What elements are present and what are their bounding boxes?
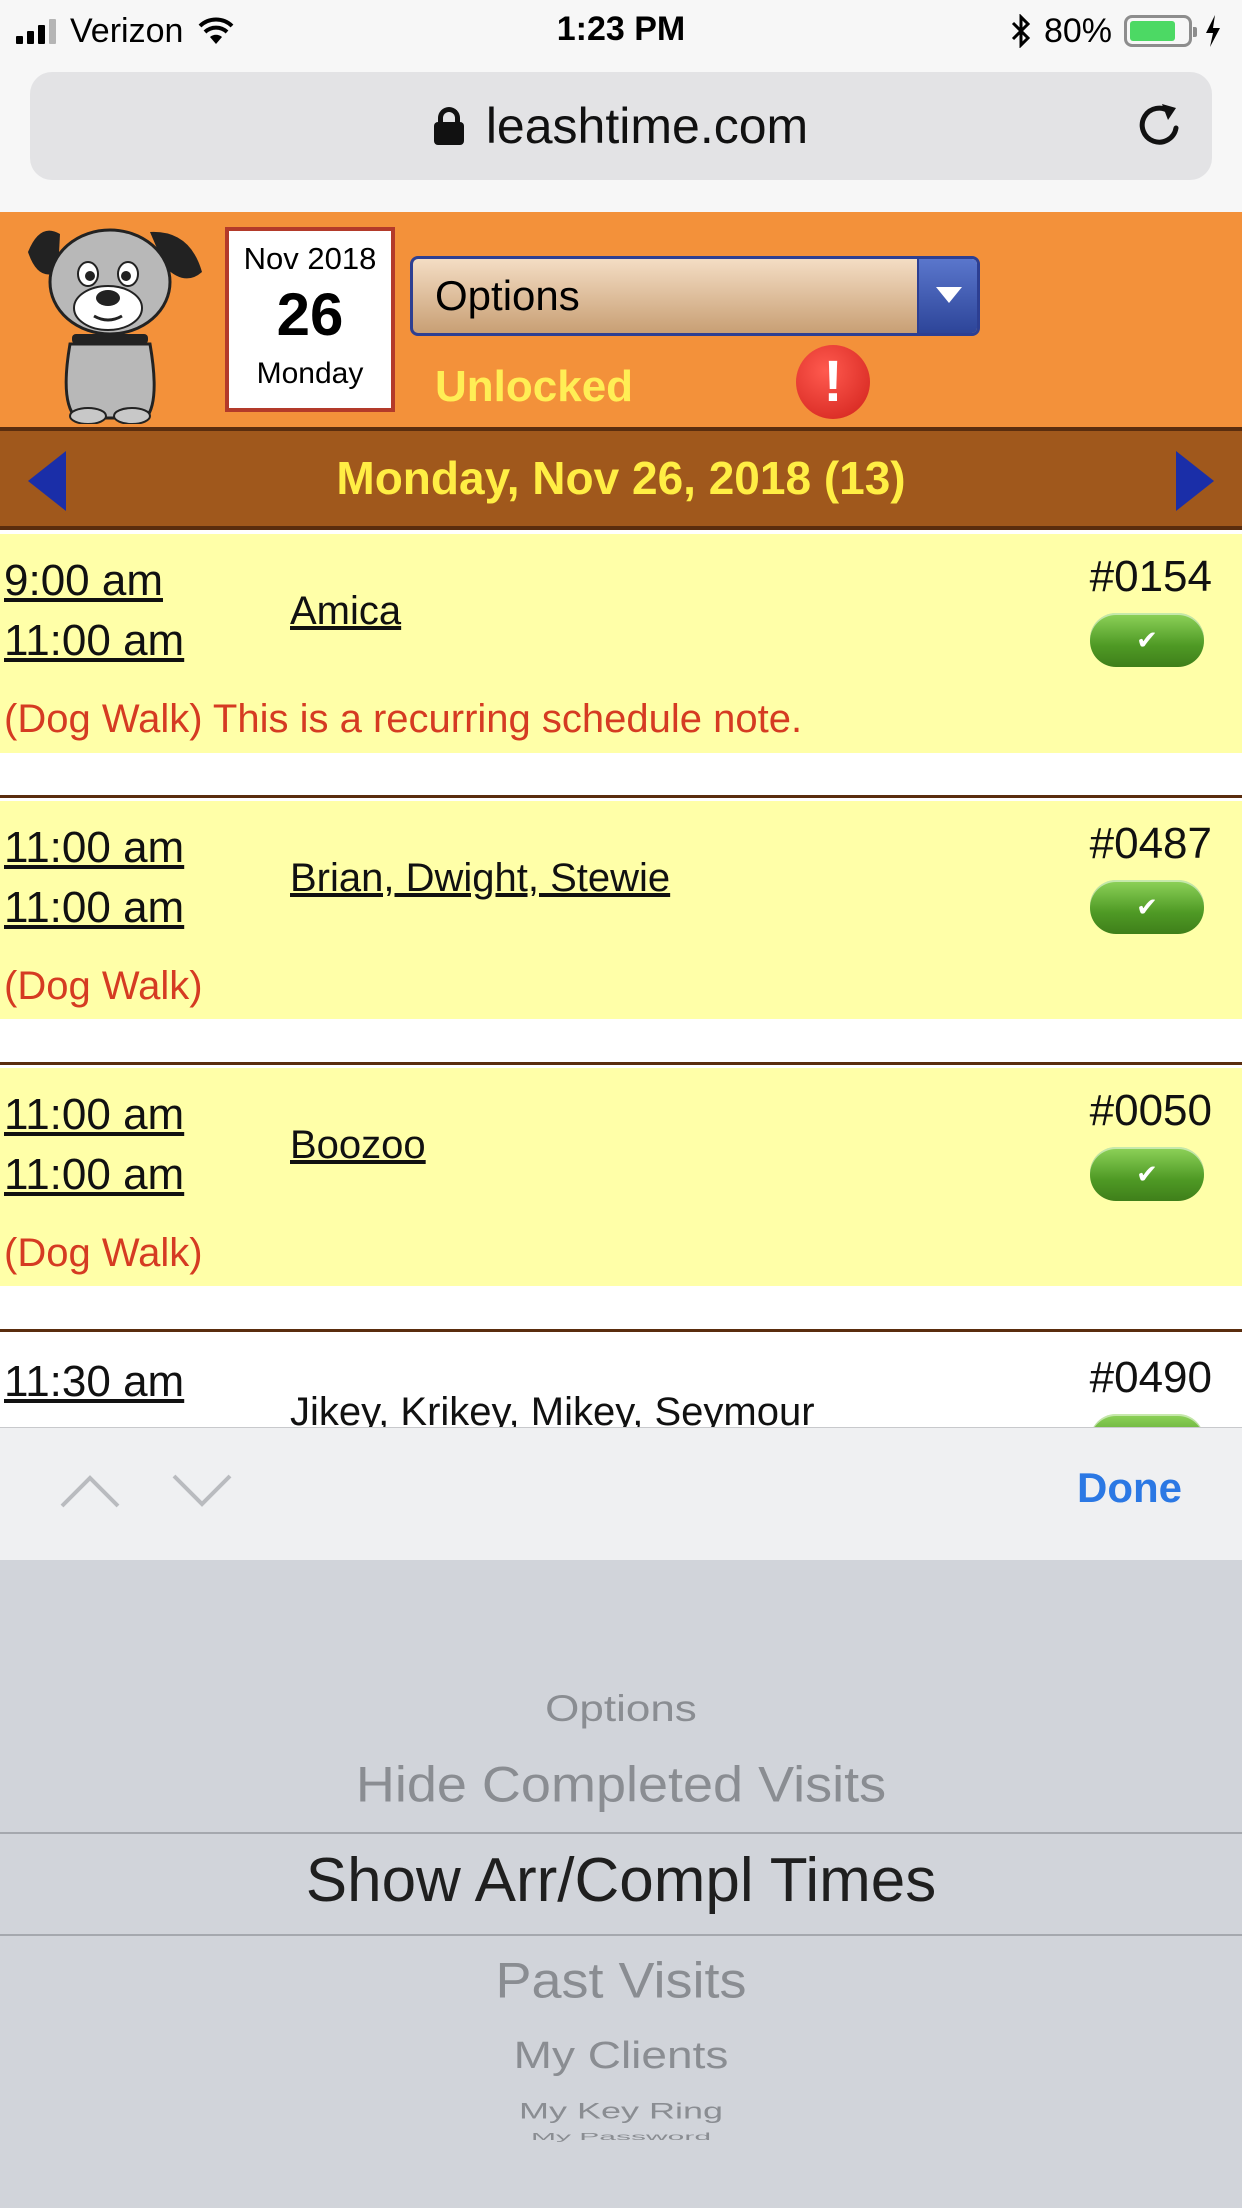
row-divider <box>0 1062 1242 1065</box>
complete-check-button[interactable] <box>1090 1414 1204 1427</box>
options-select-label: Options <box>435 272 580 319</box>
visit-note: (Dog Walk) <box>4 964 203 1008</box>
date-card[interactable]: Nov 2018 26 Monday <box>225 227 395 412</box>
reload-icon[interactable] <box>1132 98 1188 154</box>
picker-option[interactable]: Options <box>0 1688 1242 1731</box>
dog-logo[interactable] <box>20 212 210 424</box>
chevron-up-icon[interactable] <box>60 1470 120 1510</box>
visit-number: #0154 <box>1089 552 1212 601</box>
picker-option-selected[interactable]: Show Arr/Compl Times <box>0 1845 1242 1916</box>
date-nav-bar: Monday, Nov 26, 2018 (13) <box>0 427 1242 530</box>
row-divider <box>0 1329 1242 1332</box>
visit-client-link[interactable]: Amica <box>290 589 401 634</box>
visit-client-link[interactable]: Jikey, Krikey, Mikey, Seymour <box>290 1390 815 1427</box>
url-text: leashtime.com <box>485 98 809 154</box>
battery-icon <box>1124 15 1197 47</box>
visit-start-time[interactable]: 11:00 am <box>4 823 184 873</box>
visit-number: #0050 <box>1089 1086 1212 1135</box>
address-bar[interactable]: leashtime.com <box>30 72 1212 180</box>
app-header: Nov 2018 26 Monday Options Unlocked ! <box>0 212 1242 427</box>
charging-bolt-icon <box>1206 15 1220 47</box>
picker-option[interactable]: My Key Ring <box>0 2098 1242 2124</box>
visit-client-link[interactable]: Brian, Dwight, Stewie <box>290 856 670 901</box>
status-right: 80% <box>1010 10 1222 52</box>
picker-option[interactable]: My Clients <box>0 2033 1242 2077</box>
visit-number: #0487 <box>1089 819 1212 868</box>
date-card-weekday: Monday <box>256 357 364 390</box>
visit-row: 11:30 am Jikey, Krikey, Mikey, Seymour #… <box>0 1335 1242 1427</box>
visit-end-time[interactable]: 11:00 am <box>4 1150 184 1200</box>
done-button[interactable]: Done <box>1077 1464 1182 1512</box>
visit-note: (Dog Walk) <box>4 1231 203 1275</box>
visit-note: (Dog Walk) This is a recurring schedule … <box>4 697 803 741</box>
browser-url-area: leashtime.com <box>0 62 1242 212</box>
date-nav-title: Monday, Nov 26, 2018 (13) <box>336 452 906 504</box>
date-card-day: 26 <box>276 281 344 348</box>
next-day-arrow-icon[interactable] <box>1176 451 1214 511</box>
picker-option[interactable]: Hide Completed Visits <box>0 1756 1242 1813</box>
status-bar: Verizon 1:23 PM 80% <box>0 0 1242 62</box>
visit-start-time[interactable]: 9:00 am <box>4 556 163 606</box>
picker-toolbar: Done <box>0 1427 1242 1560</box>
visit-start-time[interactable]: 11:00 am <box>4 1090 184 1140</box>
visit-row: 9:00 am 11:00 am Amica #0154 (Dog Walk) … <box>0 534 1242 753</box>
lock-status: Unlocked <box>435 362 634 411</box>
date-card-month-year: Nov 2018 <box>243 241 377 276</box>
visit-start-time[interactable]: 11:30 am <box>4 1357 184 1407</box>
chevron-down-icon[interactable] <box>172 1470 232 1510</box>
visit-number: #0490 <box>1089 1353 1212 1402</box>
visit-row: 11:00 am 11:00 am Boozoo #0050 (Dog Walk… <box>0 1068 1242 1286</box>
lock-icon <box>433 107 464 145</box>
picker-option[interactable]: Past Visits <box>0 1952 1242 2009</box>
chevron-down-icon <box>917 259 977 333</box>
row-divider <box>0 795 1242 798</box>
visit-end-time[interactable]: 11:00 am <box>4 883 184 933</box>
visit-row: 11:00 am 11:00 am Brian, Dwight, Stewie … <box>0 801 1242 1019</box>
options-select[interactable]: Options <box>410 256 980 336</box>
complete-check-button[interactable] <box>1090 880 1204 934</box>
battery-percent: 80% <box>1043 11 1112 50</box>
visit-client-link[interactable]: Boozoo <box>290 1123 426 1168</box>
complete-check-button[interactable] <box>1090 1147 1204 1201</box>
visit-end-time[interactable]: 11:00 am <box>4 616 184 666</box>
options-picker-wheel[interactable]: Options Hide Completed Visits Show Arr/C… <box>0 1560 1242 2208</box>
complete-check-button[interactable] <box>1090 613 1204 667</box>
alert-icon[interactable]: ! <box>796 345 870 419</box>
bluetooth-icon <box>1011 14 1031 48</box>
picker-option[interactable]: My Password <box>0 2131 1242 2143</box>
